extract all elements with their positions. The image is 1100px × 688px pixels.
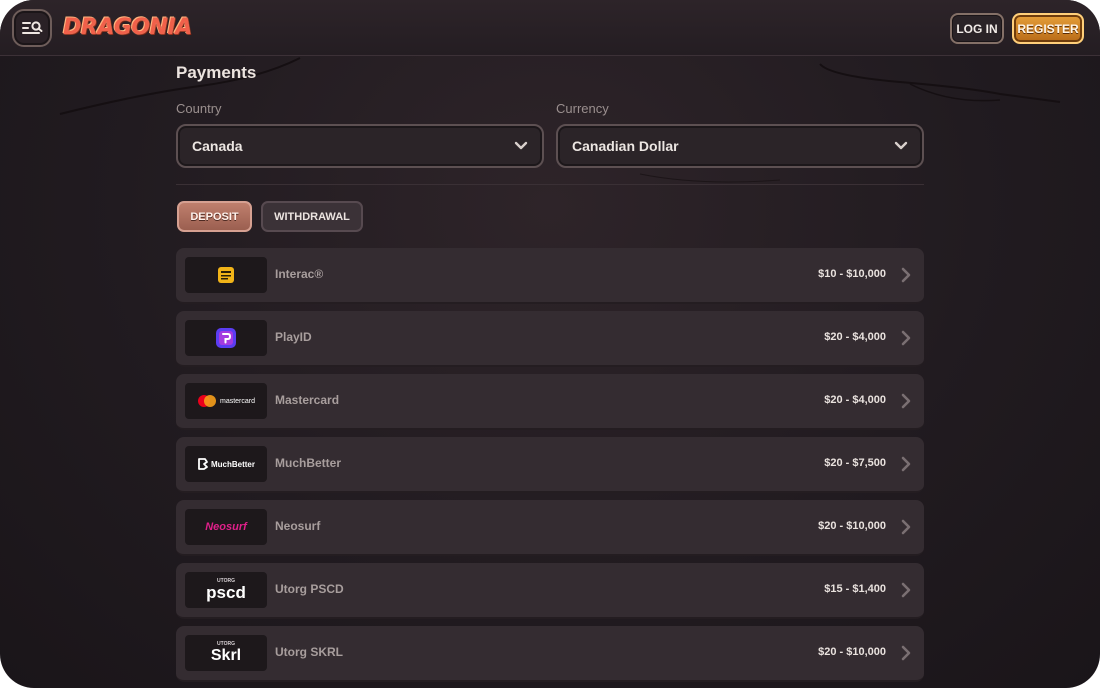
method-limit: $10 - $10,000 (818, 268, 886, 280)
tab-deposit[interactable]: DEPOSIT (177, 201, 252, 232)
payment-method-utorg-pscd[interactable]: UTORG pscd Utorg PSCD $15 - $1,400 (176, 563, 924, 619)
mastercard-logo: mastercard (185, 383, 267, 419)
payment-method-muchbetter[interactable]: MuchBetter MuchBetter $20 - $7,500 (176, 437, 924, 493)
menu-search-icon (22, 21, 43, 34)
method-name: Interac® (275, 267, 324, 281)
chevron-right-icon (901, 393, 911, 409)
currency-label: Currency (556, 101, 609, 116)
method-limit: $20 - $4,000 (824, 331, 886, 343)
method-name: Neosurf (275, 519, 321, 533)
method-name: Utorg SKRL (275, 645, 343, 659)
app-frame: DRAGONIA LOG IN REGISTER Payments Countr… (0, 0, 1100, 688)
chevron-right-icon (901, 645, 911, 661)
muchbetter-logo: MuchBetter (185, 446, 267, 482)
chevron-right-icon (901, 267, 911, 283)
method-limit: $20 - $10,000 (818, 520, 886, 532)
chevron-right-icon (901, 582, 911, 598)
mastercard-logo-text: mastercard (219, 397, 255, 405)
interac-logo (185, 257, 267, 293)
pscd-logo-text: pscd (206, 583, 246, 602)
method-name: Utorg PSCD (275, 582, 344, 596)
country-select[interactable]: Canada (176, 124, 544, 168)
chevron-down-icon (514, 141, 528, 150)
payment-method-interac[interactable]: Interac® $10 - $10,000 (176, 248, 924, 304)
country-label: Country (176, 101, 222, 116)
utorg-pscd-logo: UTORG pscd (185, 572, 267, 608)
page-title: Payments (176, 63, 257, 82)
currency-select[interactable]: Canadian Dollar (556, 124, 924, 168)
country-value: Canada (192, 138, 243, 154)
currency-value: Canadian Dollar (572, 138, 679, 154)
chevron-right-icon (901, 519, 911, 535)
method-name: PlayID (275, 330, 312, 344)
neosurf-logo: Neosurf (185, 509, 267, 545)
method-name: MuchBetter (275, 456, 342, 470)
payment-method-playid[interactable]: PlayID $20 - $4,000 (176, 311, 924, 367)
method-limit: $20 - $10,000 (818, 646, 886, 658)
skrl-logo-text: Skrl (210, 647, 242, 664)
payment-method-utorg-skrl[interactable]: UTORG Skrl Utorg SKRL $20 - $10,000 (176, 626, 924, 682)
neosurf-logo-text: Neosurf (205, 521, 247, 533)
chevron-right-icon (901, 330, 911, 346)
chevron-right-icon (901, 456, 911, 472)
login-button[interactable]: LOG IN (950, 13, 1004, 44)
chevron-down-icon (894, 141, 908, 150)
payment-method-mastercard[interactable]: mastercard Mastercard $20 - $4,000 (176, 374, 924, 430)
top-header: DRAGONIA LOG IN REGISTER (0, 0, 1100, 56)
tab-withdrawal[interactable]: WITHDRAWAL (261, 201, 363, 232)
dragonia-logo[interactable]: DRAGONIA (63, 12, 192, 44)
method-limit: $20 - $4,000 (824, 394, 886, 406)
register-button[interactable]: REGISTER (1012, 13, 1084, 44)
method-limit: $15 - $1,400 (824, 583, 886, 595)
background-cracks (59, 57, 1061, 183)
method-limit: $20 - $7,500 (824, 457, 886, 469)
menu-search-button[interactable] (12, 9, 52, 47)
payment-method-neosurf[interactable]: Neosurf Neosurf $20 - $10,000 (176, 500, 924, 556)
muchbetter-logo-text: MuchBetter (210, 459, 255, 469)
method-name: Mastercard (275, 393, 340, 407)
section-divider (176, 184, 924, 185)
utorg-skrl-logo: UTORG Skrl (185, 635, 267, 671)
playid-logo (185, 320, 267, 356)
